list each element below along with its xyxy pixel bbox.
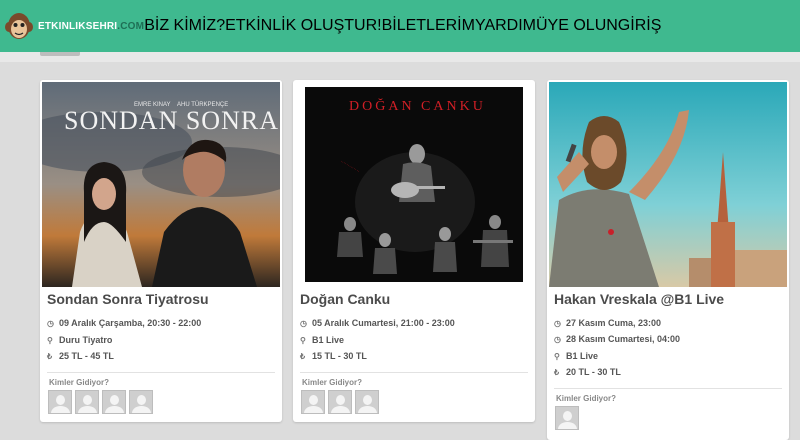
event-poster-image[interactable] (549, 82, 787, 287)
event-date-2: ◷ 28 Kasım Cumartesi, 04:00 (554, 334, 681, 344)
nav-signup[interactable]: ÜYE OLUN (536, 17, 618, 35)
event-poster-image[interactable]: ············· DOĞAN CANKU (295, 82, 533, 287)
event-title[interactable]: Doğan Canku (300, 291, 390, 307)
event-card[interactable]: Hakan Vreskala @B1 Live ◷ 27 Kasım Cuma, … (547, 80, 789, 440)
avatar[interactable] (328, 390, 352, 414)
event-poster-image[interactable]: EMRE KINAY AHU TÜRKPENÇE SONDAN SONRA (42, 82, 280, 287)
event-card[interactable]: EMRE KINAY AHU TÜRKPENÇE SONDAN SONRA So… (40, 80, 282, 422)
event-title[interactable]: Hakan Vreskala @B1 Live (554, 291, 724, 307)
clock-icon: ◷ (300, 319, 307, 328)
event-price: ₺ 15 TL - 30 TL (300, 351, 367, 361)
avatar[interactable] (555, 406, 579, 430)
monkey-logo-icon (4, 10, 34, 42)
poster-title: DOĞAN CANKU (349, 99, 486, 114)
nav-help[interactable]: YARDIM (475, 17, 536, 35)
attendees-label: Kimler Gidiyor? (49, 378, 110, 387)
attendee-avatars (555, 406, 579, 430)
map-pin-icon: ⚲ (554, 352, 560, 361)
attendees-label: Kimler Gidiyor? (302, 378, 363, 387)
event-card[interactable]: ············· DOĞAN CANKU Doğan Canku ◷ 0… (293, 80, 535, 422)
divider (300, 372, 528, 373)
clock-icon: ◷ (47, 319, 54, 328)
clock-icon: ◷ (554, 319, 561, 328)
nav-about[interactable]: BİZ KİMİZ? (144, 17, 225, 35)
nav-login[interactable]: GİRİŞ (618, 17, 662, 35)
poster-title: SONDAN SONRA (64, 106, 279, 135)
event-venue[interactable]: ⚲ B1 Live (300, 335, 344, 345)
lira-icon: ₺ (47, 352, 53, 361)
sub-header-strip (0, 52, 800, 62)
brand-name: ETKINLIKSEHRI.COM (38, 20, 145, 32)
attendee-avatars (301, 390, 379, 414)
attendees-label: Kimler Gidiyor? (556, 394, 617, 403)
avatar[interactable] (355, 390, 379, 414)
event-date: ◷ 27 Kasım Cuma, 23:00 (554, 318, 662, 328)
clock-icon: ◷ (554, 335, 561, 344)
brand-logo[interactable]: ETKINLIKSEHRI.COM (4, 0, 144, 52)
avatar[interactable] (75, 390, 99, 414)
attendee-avatars (48, 390, 153, 414)
lira-icon: ₺ (554, 368, 560, 377)
event-date: ◷ 09 Aralık Çarşamba, 20:30 - 22:00 (47, 318, 202, 328)
divider (554, 388, 782, 389)
event-date: ◷ 05 Aralık Cumartesi, 21:00 - 23:00 (300, 318, 455, 328)
top-navigation-bar: ETKINLIKSEHRI.COM BİZ KİMİZ? ETKİNLİK OL… (0, 0, 800, 52)
event-title[interactable]: Sondan Sonra Tiyatrosu (47, 291, 209, 307)
avatar[interactable] (301, 390, 325, 414)
map-pin-icon: ⚲ (47, 336, 53, 345)
avatar[interactable] (129, 390, 153, 414)
lira-icon: ₺ (300, 352, 306, 361)
event-price: ₺ 20 TL - 30 TL (554, 367, 621, 377)
event-venue[interactable]: ⚲ B1 Live (554, 351, 598, 361)
nav-my-tickets[interactable]: BİLETLERİM (382, 17, 475, 35)
event-price: ₺ 25 TL - 45 TL (47, 351, 114, 361)
event-venue[interactable]: ⚲ Duru Tiyatro (47, 335, 112, 345)
nav-create-event[interactable]: ETKİNLİK OLUŞTUR! (225, 17, 381, 35)
avatar[interactable] (48, 390, 72, 414)
avatar[interactable] (102, 390, 126, 414)
divider (47, 372, 275, 373)
map-pin-icon: ⚲ (300, 336, 306, 345)
